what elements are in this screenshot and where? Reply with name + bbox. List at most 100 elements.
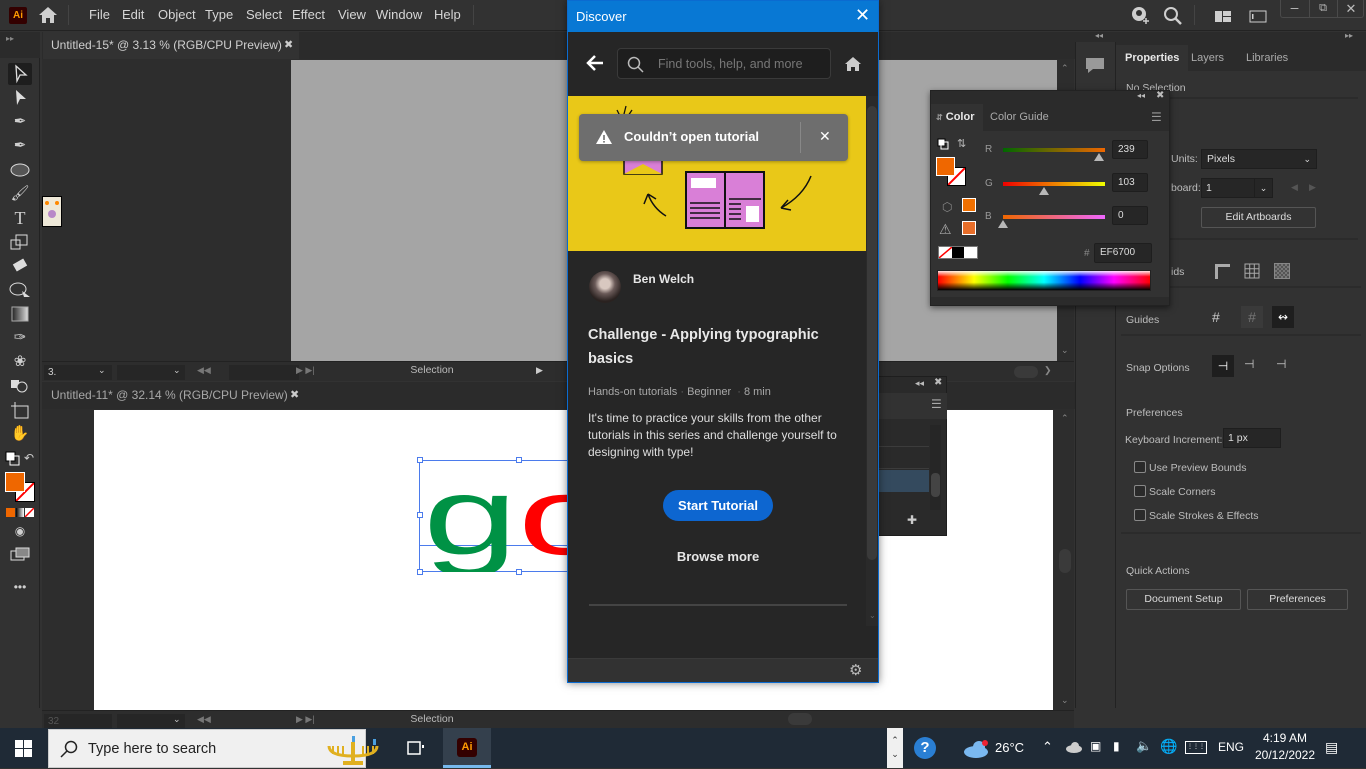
scroll-right-icon[interactable]: ❯ (1044, 365, 1052, 376)
clock-date[interactable]: 20/12/2022 (1250, 748, 1320, 762)
taskbar-scroll[interactable]: ⌃ ⌄ (887, 728, 903, 768)
temperature-label[interactable]: 26°C (995, 740, 1024, 755)
ellipse-tool-icon[interactable] (8, 159, 32, 181)
status-text[interactable]: Selection (332, 713, 532, 725)
snap-to-point-icon[interactable]: ⊣ (1212, 355, 1234, 377)
settings-gear-icon[interactable]: ⚙ (849, 661, 862, 679)
close-tab-icon[interactable]: ✖ (290, 388, 299, 401)
scroll-down-icon[interactable]: ⌄ (1061, 345, 1069, 356)
menu-view[interactable]: View (332, 0, 372, 31)
search-icon[interactable] (1163, 6, 1183, 26)
close-window-button[interactable]: ✕ (1337, 0, 1364, 17)
meet-now-icon[interactable]: ▣ (1090, 739, 1101, 753)
eyedropper-tool-icon[interactable]: ✑ (8, 327, 32, 349)
rotate-dropdown-icon[interactable]: ⌄ (173, 365, 181, 376)
swap-fill-stroke-icon[interactable]: ↶ (24, 451, 38, 465)
screen-mode-icon[interactable] (8, 544, 32, 566)
vertical-scroll-thumb[interactable] (1059, 549, 1071, 573)
canvas-1[interactable] (42, 59, 1057, 361)
snap-to-pixel-icon[interactable]: ⊣ (1244, 357, 1254, 371)
home-icon[interactable] (38, 6, 58, 24)
artboard-dropdown[interactable]: 1 ⌄ (1201, 178, 1273, 198)
smart-guides-icon[interactable]: ↭ (1272, 306, 1294, 328)
menu-object[interactable]: Object (152, 0, 202, 31)
menu-select[interactable]: Select (240, 0, 288, 31)
share-user-icon[interactable] (1129, 6, 1151, 26)
discover-home-icon[interactable] (844, 56, 862, 75)
artboard-number-field[interactable] (229, 365, 299, 380)
panel-list[interactable] (871, 425, 929, 510)
shape-builder-tool-icon[interactable] (8, 279, 32, 301)
type-tool-icon[interactable]: T (8, 207, 32, 229)
scale-corners-checkbox[interactable] (1134, 485, 1146, 497)
discover-scroll-thumb[interactable] (867, 106, 877, 560)
close-tab-icon[interactable]: ✖ (284, 38, 293, 51)
lock-guides-icon[interactable]: # (1241, 306, 1263, 328)
close-panel-icon[interactable]: ✖ (1156, 90, 1164, 101)
selection-tool-icon[interactable] (8, 63, 32, 85)
windows-start-icon[interactable] (15, 740, 32, 760)
weather-cloud-icon[interactable] (962, 740, 990, 761)
new-item-icon[interactable]: ✚ (907, 513, 917, 527)
b-value-input[interactable]: 0 (1112, 206, 1148, 225)
edit-toolbar-icon[interactable]: ••• (8, 576, 32, 598)
taskbar-illustrator-app[interactable]: Ai (443, 728, 491, 768)
language-indicator[interactable]: ENG (1218, 740, 1244, 754)
close-panel-icon[interactable]: ✖ (934, 377, 942, 388)
direct-selection-tool-icon[interactable] (8, 87, 32, 109)
collapse-panel-icon[interactable]: ◂◂ (915, 378, 924, 389)
transparency-grid-icon[interactable] (1274, 263, 1290, 279)
color-spectrum[interactable] (937, 270, 1151, 291)
scale-tool-icon[interactable] (8, 231, 32, 253)
next-artboard-icon[interactable]: ▶ (1309, 182, 1316, 193)
color-panel-resize[interactable] (931, 297, 1169, 305)
panel-scrollbar[interactable] (930, 425, 941, 510)
discover-scrollbar[interactable]: ⌄ (866, 96, 878, 626)
tab-color[interactable]: ⇵ Color (931, 104, 983, 131)
r-value-input[interactable]: 239 (1112, 140, 1148, 159)
onedrive-icon[interactable] (1065, 741, 1083, 756)
zoom-field[interactable]: 32 (44, 714, 112, 729)
document-tab-1[interactable]: Untitled-15* @ 3.13 % (RGB/CPU Preview) (43, 32, 299, 59)
panel-menu-icon[interactable]: ☰ (1151, 110, 1162, 124)
use-preview-bounds-checkbox[interactable] (1134, 461, 1146, 473)
b-slider-thumb[interactable] (998, 220, 1008, 228)
first-artboard-icon[interactable]: ◀◀ (197, 365, 211, 376)
menu-edit[interactable]: Edit (116, 0, 150, 31)
rulers-icon[interactable] (1214, 263, 1230, 282)
scroll-down-icon[interactable]: ⌄ (869, 611, 876, 620)
browse-more-button[interactable]: Browse more (658, 549, 778, 564)
gradient-tool-icon[interactable] (8, 303, 32, 325)
web-safe-swatch[interactable] (962, 198, 976, 212)
document-setup-button[interactable]: Document Setup (1126, 589, 1241, 610)
author-name[interactable]: Ben Welch (633, 272, 694, 286)
keyboard-increment-input[interactable]: 1 px (1223, 428, 1281, 448)
b-slider-track[interactable] (1003, 215, 1105, 219)
grid-icon[interactable] (1244, 263, 1260, 282)
next-artboard-icon[interactable]: ▶ ▶| (296, 365, 315, 376)
tab-color-guide[interactable]: Color Guide (990, 104, 1049, 131)
pen-tool-icon[interactable]: ✒ (8, 111, 32, 133)
horizontal-scroll-thumb[interactable] (1014, 366, 1038, 378)
menu-help[interactable]: Help (428, 0, 467, 31)
g-slider-thumb[interactable] (1039, 187, 1050, 195)
task-view-icon[interactable] (406, 739, 426, 760)
g-value-input[interactable]: 103 (1112, 173, 1148, 192)
eraser-tool-icon[interactable] (8, 255, 32, 277)
toolbar-collapse[interactable]: ▸▸ (0, 32, 40, 58)
menu-effect[interactable]: Effect (286, 0, 331, 31)
scroll-up-icon[interactable]: ⌃ (1061, 63, 1069, 74)
tab-layers[interactable]: Layers (1182, 45, 1233, 71)
panel-menu-icon[interactable]: ☰ (931, 397, 942, 411)
artboard-thumbnail[interactable] (42, 196, 62, 227)
menu-window[interactable]: Window (370, 0, 428, 31)
color-mode-buttons[interactable] (6, 508, 35, 517)
status-menu-icon[interactable]: ▶ (536, 365, 543, 376)
workspace-switcher-icon[interactable] (1214, 6, 1232, 26)
default-fill-stroke-icon[interactable] (5, 451, 21, 467)
units-dropdown[interactable]: Pixels ⌄ (1201, 149, 1317, 169)
vertical-scrollbar-2[interactable]: ⌃ ⌄ (1057, 409, 1074, 711)
scroll-down-icon[interactable]: ⌄ (1061, 695, 1069, 706)
snap-to-glyph-icon[interactable]: ⊣ (1276, 357, 1286, 371)
first-artboard-icon[interactable]: ◀◀ (197, 714, 211, 725)
